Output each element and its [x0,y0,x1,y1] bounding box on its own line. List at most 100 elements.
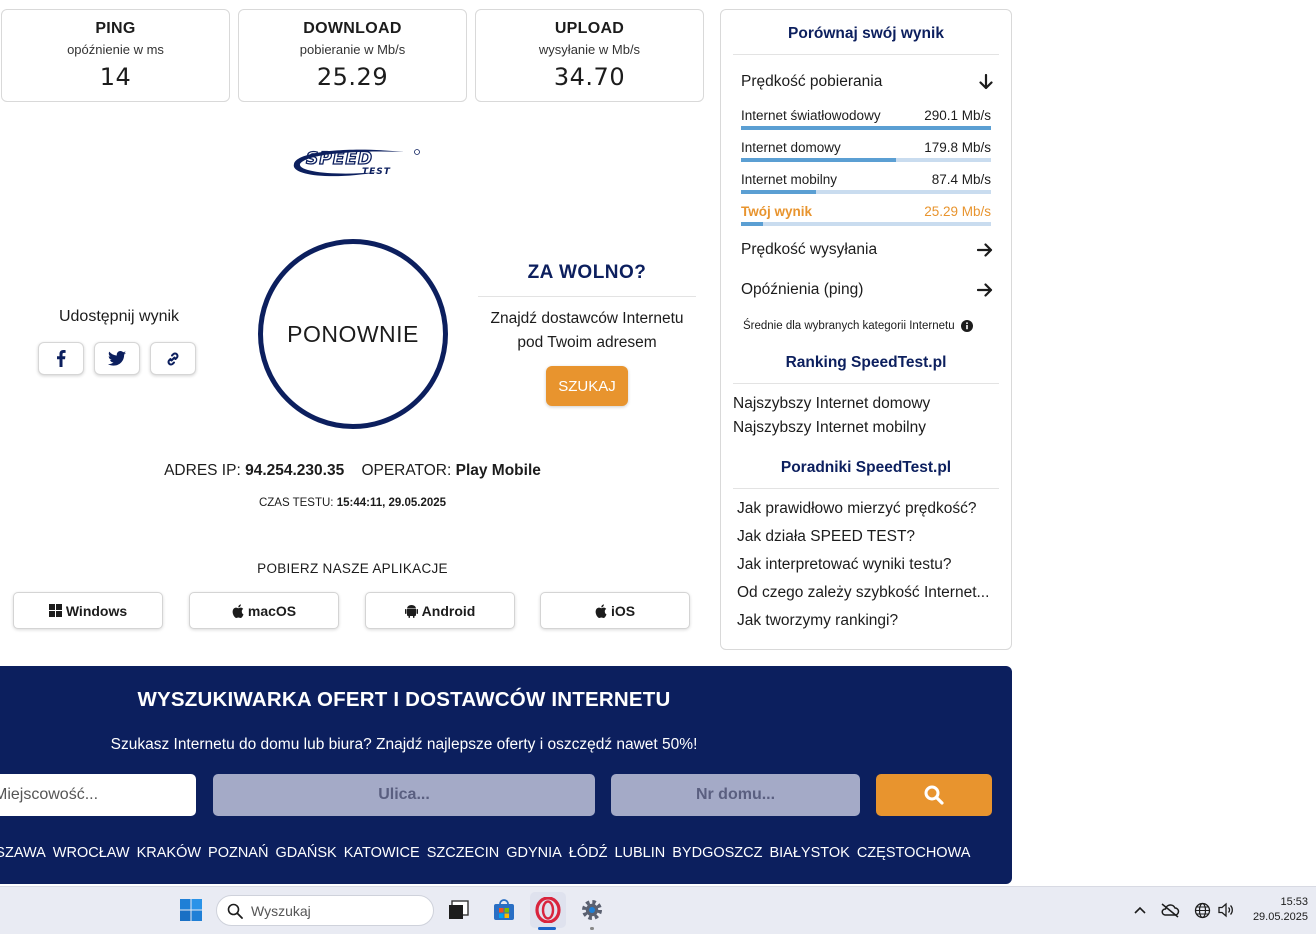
bar-track [741,222,991,226]
start-button[interactable] [177,896,205,924]
upload-speed-label: Prędkość wysyłania [741,241,878,258]
guide-link[interactable]: Od czego zależy szybkość Internet... [737,584,989,602]
upload-value: 34.70 [553,63,626,91]
active-app-indicator [538,927,556,930]
twitter-share-button[interactable] [94,342,140,375]
city-link[interactable]: CZĘSTOCHOWA [857,845,971,861]
cloud-off-icon [1161,903,1180,918]
house-number-input[interactable] [611,774,860,816]
provider-search-section: WYSZUKIWARKA OFERT I DOSTAWCÓW INTERNETU… [0,666,1012,884]
provider-search-subtitle: Szukasz Internetu do domu lub biura? Zna… [110,736,698,753]
city-link[interactable]: WARSZAWA [0,845,46,861]
download-title: DOWNLOAD [303,20,402,37]
promo-line-2: pod Twoim adresem [517,334,657,351]
ping-subtitle: opóźnienie w ms [67,42,164,57]
opera-icon [535,897,561,923]
averages-note: Średnie dla wybranych kategorii Internet… [743,320,973,332]
store-button[interactable] [490,896,518,924]
city-link[interactable]: ŁÓDŹ [569,845,608,861]
guide-link[interactable]: Jak działa SPEED TEST? [737,528,915,546]
operator-value: Play Mobile [455,462,541,479]
compare-sidebar: Porównaj swój wynik Prędkość pobierania … [720,9,1012,650]
volume-control[interactable] [1212,896,1240,924]
bar-label: Internet domowy [741,140,841,155]
arrow-down-icon [979,74,993,90]
city-link[interactable]: LUBLIN [614,845,665,861]
city-link[interactable]: GDAŃSK [275,845,336,861]
city-link[interactable]: KRAKÓW [137,845,201,861]
city-link[interactable]: WROCŁAW [53,845,130,861]
test-time-label: CZAS TESTU: [258,497,334,509]
link-share-button[interactable] [150,342,196,375]
taskbar-search-placeholder: Wyszukaj [251,902,311,919]
search-providers-button[interactable]: SZUKAJ [546,366,628,406]
taskbar: Wyszukaj 15:53 29.05.2025 [0,886,1316,934]
city-link[interactable]: KATOWICE [344,845,420,861]
macos-app-button[interactable]: macOS [189,592,339,629]
opera-browser-button[interactable] [530,892,566,928]
city-input[interactable] [0,774,196,816]
facebook-icon [57,350,66,367]
clock-time: 15:53 [1280,896,1308,908]
promo-text: Znajdź dostawców Internetu pod Twoim adr… [478,307,696,355]
bar-fill [741,222,763,226]
download-speed-toggle[interactable]: Prędkość pobierania [741,73,993,91]
street-input[interactable] [213,774,595,816]
task-view-button[interactable] [445,896,473,924]
averages-note-text: Średnie dla wybranych kategorii Internet… [743,320,955,332]
bar-label: Twój wynik [741,204,813,219]
share-label: Udostępnij wynik [58,308,180,325]
test-time: CZAS TESTU: 15:44:11, 29.05.2025 [100,497,605,509]
bar-track [741,158,991,162]
taskbar-clock[interactable]: 15:53 29.05.2025 [1253,895,1308,925]
bar-label: Internet światłowodowy [741,108,881,123]
provider-search-button[interactable] [876,774,992,816]
bar-track [741,190,991,194]
bar-home: Internet domowy 179.8 Mb/s [741,140,991,162]
android-app-label: Android [421,602,476,619]
city-link[interactable]: POZNAŃ [208,845,268,861]
city-link[interactable]: BIAŁYSTOK [769,845,849,861]
ranking-link-home[interactable]: Najszybszy Internet domowy [733,395,930,413]
city-links: WARSZAWA WROCŁAW KRAKÓW POZNAŃ GDAŃSK KA… [0,845,970,861]
bar-value: 290.1 Mb/s [924,108,991,123]
speedtest-logo[interactable]: SPEED TEST [286,142,426,182]
arrow-right-icon [977,243,993,257]
city-link[interactable]: BYDGOSZCZ [672,845,762,861]
upload-speed-toggle[interactable]: Prędkość wysyłania [741,241,993,259]
ip-info: ADRES IP: 94.254.230.35 OPERATOR: Play M… [100,462,605,480]
settings-button[interactable] [578,896,606,924]
info-icon[interactable] [960,320,973,332]
too-slow-title: ZA WOLNO? [527,262,647,283]
android-app-button[interactable]: Android [365,592,515,629]
windows-start-icon [180,899,202,921]
ios-app-button[interactable]: iOS [540,592,690,629]
ping-value: 14 [99,63,132,91]
bar-fiber: Internet światłowodowy 290.1 Mb/s [741,108,991,130]
svg-text:TEST: TEST [362,167,391,177]
ranking-link-mobile[interactable]: Najszybszy Internet mobilny [733,419,926,437]
guide-link[interactable]: Jak interpretować wyniki testu? [737,556,952,574]
windows-app-label: Windows [65,602,128,619]
guide-link[interactable]: Jak tworzymy rankingi? [737,612,898,630]
settings-indicator [590,927,594,930]
latency-toggle[interactable]: Opóźnienia (ping) [741,281,993,299]
ios-app-label: iOS [610,602,636,619]
download-value: 25.29 [316,63,389,91]
promo-divider [478,296,696,297]
facebook-share-button[interactable] [38,342,84,375]
city-link[interactable]: GDYNIA [506,845,562,861]
guide-link[interactable]: Jak prawidłowo mierzyć prędkość? [737,500,976,518]
upload-subtitle: wysyłanie w Mb/s [538,42,641,57]
download-subtitle: pobieranie w Mb/s [299,42,406,57]
taskbar-search[interactable]: Wyszukaj [216,895,434,926]
onedrive-status[interactable] [1156,896,1184,924]
city-link[interactable]: SZCZECIN [427,845,500,861]
windows-app-button[interactable]: Windows [13,592,163,629]
bar-value: 179.8 Mb/s [924,140,991,155]
show-hidden-icons[interactable] [1126,896,1154,924]
ping-title: PING [95,20,136,37]
download-card: DOWNLOAD pobieranie w Mb/s 25.29 [238,9,467,102]
bar-mobile: Internet mobilny 87.4 Mb/s [741,172,991,194]
restart-test-button[interactable]: PONOWNIE [258,239,448,429]
